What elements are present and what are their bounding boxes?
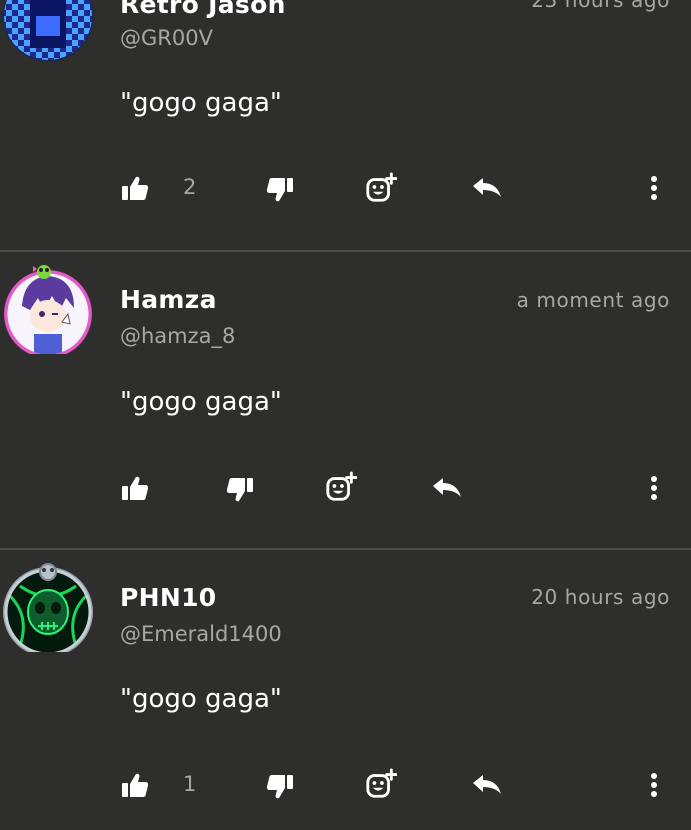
thumbs-down-icon xyxy=(226,478,253,502)
avatar[interactable] xyxy=(0,258,96,354)
user-handle[interactable]: @Emerald1400 xyxy=(120,622,282,646)
like-count: 2 xyxy=(183,175,197,199)
timestamp: 20 hours ago xyxy=(531,585,670,609)
thumbs-down-icon xyxy=(266,178,293,202)
react-button[interactable] xyxy=(365,172,397,204)
more-options-button[interactable] xyxy=(638,472,670,504)
comment-text: "gogo gaga" xyxy=(120,387,282,417)
like-button[interactable] xyxy=(119,472,151,504)
reply-icon xyxy=(473,775,501,794)
thumbs-up-icon xyxy=(122,476,149,500)
reply-button[interactable] xyxy=(471,172,503,204)
anime-character-avatar xyxy=(4,265,92,354)
react-button[interactable] xyxy=(325,471,357,503)
thumbs-down-icon xyxy=(266,775,293,799)
add-emoji-icon xyxy=(366,172,397,202)
comment-item: Retro Jason 23 hours ago @GR00V "gogo ga… xyxy=(0,0,691,250)
comment-feed: Retro Jason 23 hours ago @GR00V "gogo ga… xyxy=(0,0,691,830)
username[interactable]: Hamza xyxy=(120,285,217,314)
reply-icon xyxy=(433,478,461,497)
comment-text: "gogo gaga" xyxy=(120,684,282,714)
like-button[interactable] xyxy=(119,769,151,801)
avatar[interactable] xyxy=(0,0,96,64)
timestamp: a moment ago xyxy=(516,288,670,312)
react-button[interactable] xyxy=(365,768,397,800)
like-count: 1 xyxy=(183,772,197,796)
reply-button[interactable] xyxy=(471,769,503,801)
username[interactable]: Retro Jason xyxy=(120,0,286,19)
dislike-button[interactable] xyxy=(264,174,296,206)
thumbs-up-icon xyxy=(122,773,149,797)
dislike-button[interactable] xyxy=(264,771,296,803)
reply-icon xyxy=(473,178,501,197)
more-vertical-icon xyxy=(651,476,657,500)
more-options-button[interactable] xyxy=(638,172,670,204)
username[interactable]: PHN10 xyxy=(120,583,216,612)
add-emoji-icon xyxy=(366,768,397,798)
timestamp: 23 hours ago xyxy=(531,0,670,12)
reply-button[interactable] xyxy=(431,472,463,504)
add-emoji-icon xyxy=(326,471,357,501)
like-button[interactable] xyxy=(119,172,151,204)
user-handle[interactable]: @GR00V xyxy=(120,26,213,50)
more-vertical-icon xyxy=(651,773,657,797)
green-skull-avatar xyxy=(3,563,93,652)
avatar[interactable] xyxy=(0,556,96,652)
comment-text: "gogo gaga" xyxy=(120,88,282,118)
checkered-blue-avatar xyxy=(2,0,94,62)
user-handle[interactable]: @hamza_8 xyxy=(120,324,235,348)
comment-item: Hamza a moment ago @hamza_8 "gogo gaga" xyxy=(0,252,691,548)
comment-item: PHN10 20 hours ago @Emerald1400 "gogo ga… xyxy=(0,550,691,830)
thumbs-up-icon xyxy=(122,176,149,200)
more-vertical-icon xyxy=(651,176,657,200)
more-options-button[interactable] xyxy=(638,769,670,801)
dislike-button[interactable] xyxy=(224,474,256,506)
